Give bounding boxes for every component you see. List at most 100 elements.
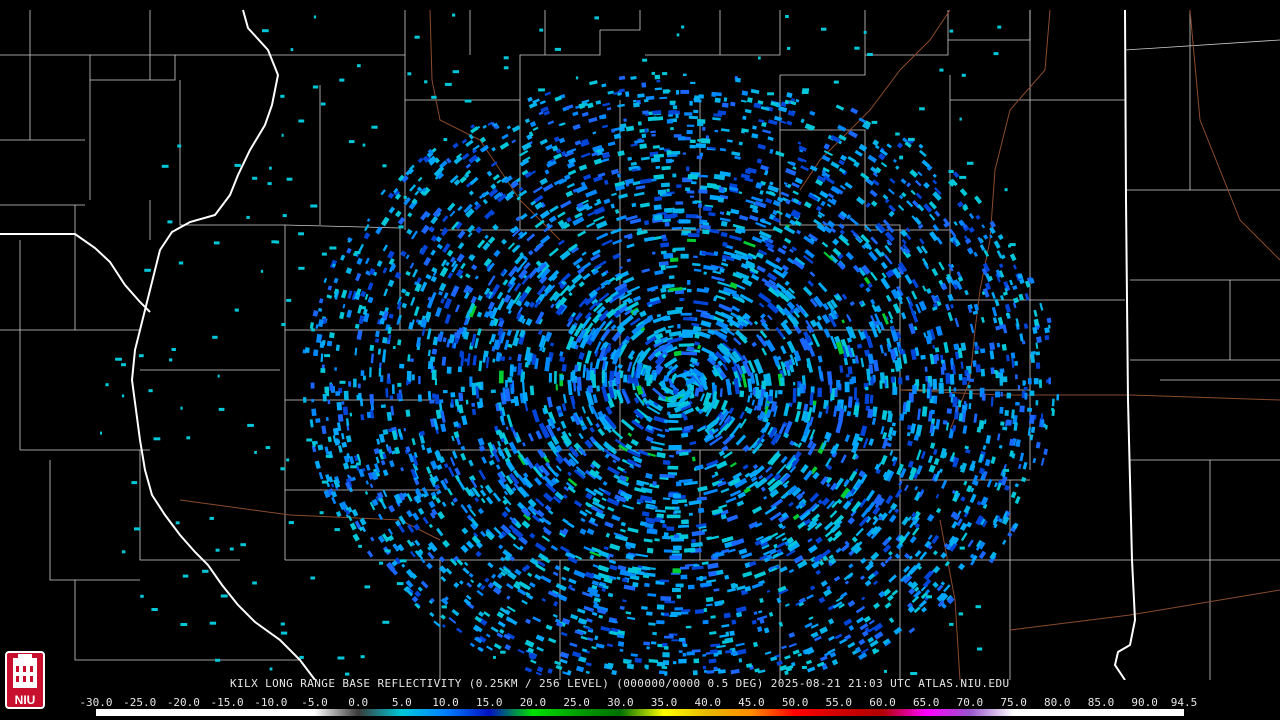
echo-cell [358, 544, 362, 548]
echo-cell [581, 406, 586, 414]
echo-cell [728, 234, 742, 242]
echo-cell [667, 325, 674, 329]
echo-cell [708, 211, 716, 217]
echo-cell [694, 609, 705, 614]
echo-cell [554, 95, 562, 102]
echo-cell [910, 189, 916, 196]
echo-cell [967, 539, 974, 548]
echo-cell [280, 94, 285, 98]
echo-cell [891, 422, 896, 427]
echo-cell [669, 257, 679, 263]
echo-cell [548, 637, 557, 644]
echo-cell [503, 56, 509, 60]
echo-cell [460, 544, 469, 554]
echo-cell [783, 181, 788, 186]
echo-cell [681, 609, 691, 613]
echo-cell [356, 462, 361, 466]
echo-cell [312, 85, 319, 89]
echo-cell [561, 403, 567, 412]
echo-cell [648, 659, 659, 663]
echo-cell [554, 371, 557, 384]
echo-cell [681, 25, 685, 29]
echo-cell [889, 178, 896, 184]
echo-cell [405, 254, 410, 260]
echo-cell [869, 394, 874, 404]
echo-cell [578, 432, 584, 440]
echo-cell [868, 438, 875, 446]
echo-cell [609, 379, 613, 386]
echo-cell [692, 262, 701, 267]
echo-cell [524, 639, 535, 648]
echo-cell [980, 368, 986, 377]
colorscale-label: -10.0 [254, 696, 288, 709]
echo-cell [1006, 312, 1010, 316]
echo-cell [121, 550, 126, 554]
echo-cell [661, 293, 667, 300]
echo-cell [407, 354, 411, 362]
echo-cell [644, 582, 650, 588]
echo-cell [797, 442, 803, 448]
echo-cell [680, 312, 692, 316]
echo-cell [380, 459, 386, 466]
echo-cell [766, 314, 773, 321]
echo-cell [1023, 323, 1029, 330]
echo-cell [827, 536, 834, 543]
echo-cell [685, 214, 699, 219]
echo-cell [306, 438, 313, 442]
state-line [1113, 9, 1137, 680]
echo-cell [445, 567, 453, 575]
echo-cell [809, 110, 816, 116]
echo-cell [366, 218, 371, 223]
echo-cell [671, 226, 682, 230]
echo-cell [458, 580, 464, 585]
echo-cell [894, 508, 900, 514]
echo-cell [412, 512, 420, 521]
echo-cell [959, 546, 965, 550]
echo-cell [735, 642, 745, 647]
echo-cell [865, 386, 869, 391]
echo-cell [647, 452, 657, 458]
echo-cell [652, 631, 657, 636]
echo-cell [675, 113, 679, 119]
echo-cell [735, 77, 741, 83]
echo-cell [1003, 468, 1010, 472]
echo-cell [521, 520, 531, 529]
echo-cell [709, 228, 720, 234]
echo-cell [766, 272, 778, 282]
echo-cell [359, 398, 364, 407]
echo-cell [1014, 360, 1019, 366]
echo-cell [691, 181, 697, 185]
echo-cell [839, 592, 848, 599]
echo-cell [1030, 354, 1035, 364]
echo-cell [891, 589, 899, 596]
echo-cell [828, 635, 835, 642]
echo-cell [595, 220, 608, 230]
echo-cell [700, 185, 708, 190]
echo-cell [664, 600, 676, 604]
echo-cell [719, 217, 731, 222]
echo-cell [561, 272, 571, 282]
echo-cell [246, 215, 250, 219]
echo-cell [689, 100, 693, 106]
echo-cell [1051, 398, 1055, 407]
echo-cell [999, 294, 1005, 301]
echo-cell [650, 130, 656, 134]
echo-cell [426, 298, 434, 309]
echo-cell [486, 645, 493, 651]
echo-cell [471, 264, 478, 271]
echo-cell [700, 224, 711, 230]
echo-cell [643, 98, 649, 103]
echo-cell [417, 176, 423, 182]
echo-cell [553, 153, 563, 161]
echo-cell [581, 111, 589, 117]
echo-cell [1014, 496, 1021, 505]
echo-cell [976, 426, 982, 433]
echo-cell [453, 431, 460, 439]
echo-cell [370, 353, 374, 364]
echo-cell [659, 670, 665, 675]
echo-cell [664, 671, 668, 676]
echo-cell [922, 383, 926, 394]
echo-cell [805, 659, 813, 665]
echo-cell [468, 190, 474, 196]
echo-cell [923, 181, 930, 189]
